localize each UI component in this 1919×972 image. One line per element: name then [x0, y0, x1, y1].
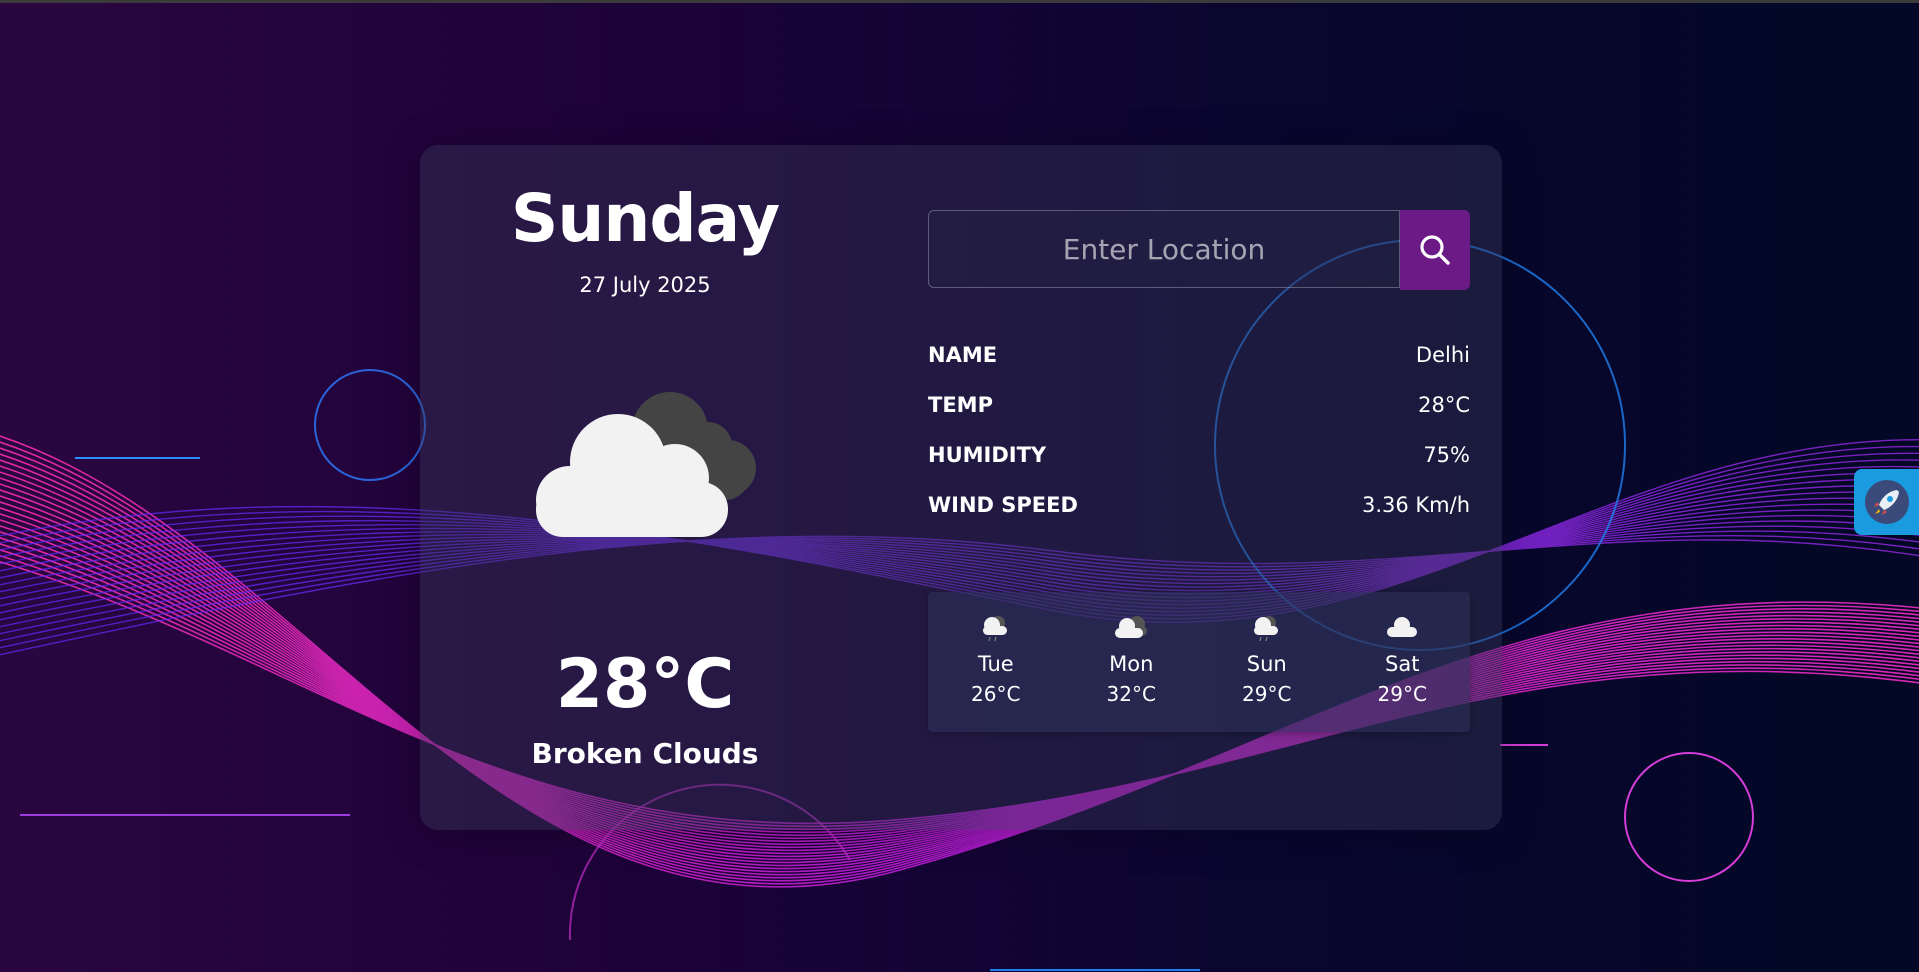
detail-row-humidity: HUMIDITY 75% [928, 430, 1470, 480]
broken-clouds-icon [536, 392, 756, 537]
search-icon [1420, 235, 1450, 265]
light-rain-icon [982, 616, 1007, 642]
forecast-day-name: Mon [1109, 652, 1154, 676]
forecast-panel: Tue 26°C Mon 32°C Sun 29°C Sat 29°C [928, 592, 1470, 732]
forecast-day: Tue 26°C [928, 592, 1064, 732]
detail-value: 28°C [1418, 393, 1470, 417]
forecast-temp: 29°C [1242, 682, 1292, 706]
detail-value: 75% [1423, 443, 1470, 467]
search-button[interactable] [1400, 210, 1470, 290]
light-rain-icon [1253, 616, 1278, 642]
detail-row-wind-speed: WIND SPEED 3.36 Km/h [928, 480, 1470, 530]
detail-label: WIND SPEED [928, 493, 1078, 517]
forecast-day: Sun 29°C [1199, 592, 1335, 732]
forecast-day: Mon 32°C [1064, 592, 1200, 732]
floating-rocket-button[interactable] [1854, 469, 1919, 535]
detail-label: HUMIDITY [928, 443, 1047, 467]
weather-description: Broken Clouds [531, 737, 759, 770]
current-temperature: 28°C [555, 645, 735, 724]
detail-value: Delhi [1415, 343, 1470, 367]
forecast-day-name: Tue [977, 652, 1014, 676]
weather-card: Sunday 27 July 2025 28°C Broken Clouds N… [420, 145, 1502, 830]
cloud-icon [1387, 617, 1418, 637]
day-name: Sunday [510, 180, 780, 257]
current-date: 27 July 2025 [579, 273, 711, 297]
location-input[interactable] [928, 210, 1400, 288]
forecast-day-name: Sat [1385, 652, 1420, 676]
broken-clouds-icon [1115, 616, 1148, 638]
detail-row-temp: TEMP 28°C [928, 380, 1470, 430]
weather-details: NAME Delhi TEMP 28°C HUMIDITY 75% WIND S… [928, 330, 1470, 530]
detail-label: NAME [928, 343, 998, 367]
forecast-temp: 26°C [971, 682, 1021, 706]
rocket-icon [1865, 480, 1909, 524]
forecast-day-name: Sun [1246, 652, 1287, 676]
forecast-temp: 32°C [1106, 682, 1156, 706]
detail-value: 3.36 Km/h [1361, 493, 1470, 517]
detail-row-name: NAME Delhi [928, 330, 1470, 380]
detail-label: TEMP [928, 393, 993, 417]
search-bar [928, 210, 1470, 290]
forecast-temp: 29°C [1377, 682, 1427, 706]
forecast-day: Sat 29°C [1335, 592, 1471, 732]
